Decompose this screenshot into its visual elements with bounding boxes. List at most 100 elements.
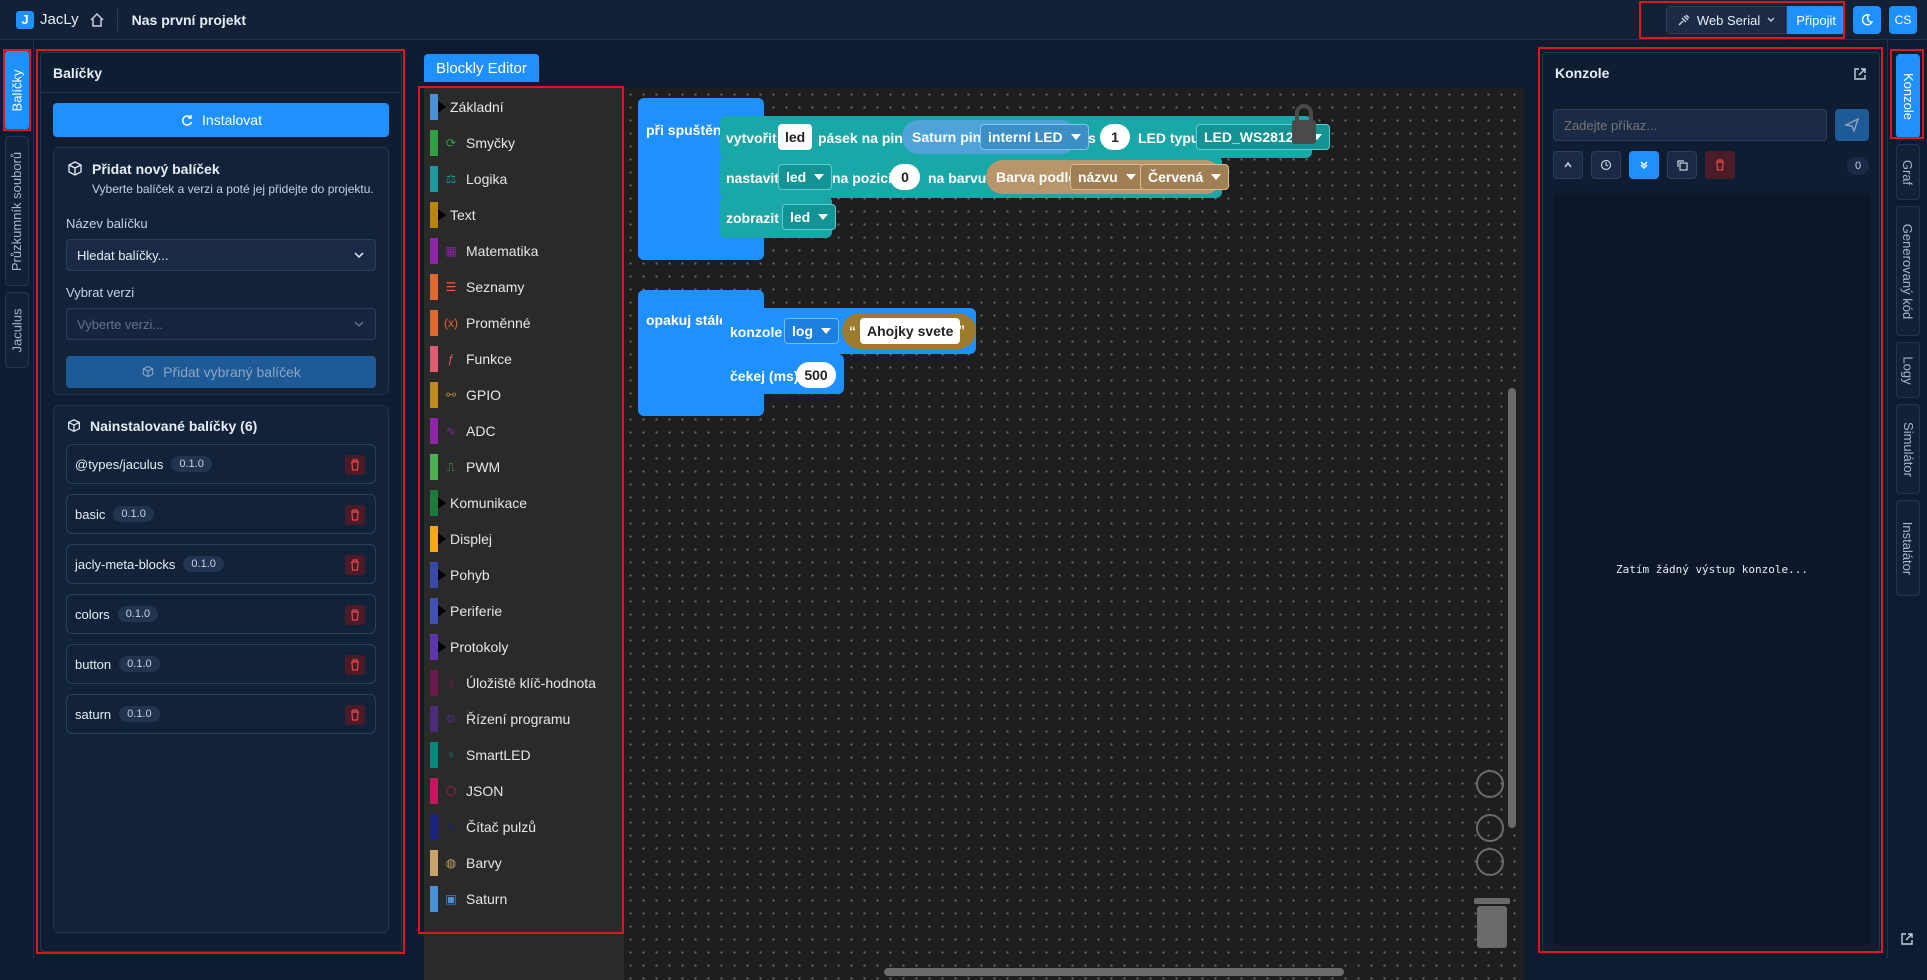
lock-icon[interactable] xyxy=(1286,102,1322,148)
toolbox-category[interactable]: ∿ Čítač pulzů xyxy=(424,814,624,840)
send-button[interactable] xyxy=(1835,109,1869,141)
variable-dropdown[interactable]: led xyxy=(778,164,833,190)
connect-button[interactable]: Připojit xyxy=(1787,6,1845,34)
command-input[interactable] xyxy=(1553,109,1827,141)
toolbox-category[interactable]: ▦ Matematika xyxy=(424,238,624,264)
copy-button[interactable] xyxy=(1667,151,1697,179)
toolbox-category[interactable]: ▣ Saturn xyxy=(424,886,624,912)
toolbox-category[interactable]: ◍ Barvy xyxy=(424,850,624,876)
external-link-icon[interactable] xyxy=(1900,932,1914,946)
horizontal-scrollbar[interactable] xyxy=(884,968,1344,976)
version-select[interactable]: Vyberte verzi... xyxy=(66,308,376,340)
log-dropdown[interactable]: log xyxy=(784,318,839,344)
toolbox-category[interactable]: Komunikace xyxy=(424,490,624,516)
blockly-editor: Blockly Editor Základní ⟳ Smyčky ⚖ Logika Tex… xyxy=(410,40,1528,980)
connection-type-select[interactable]: Web Serial xyxy=(1665,6,1788,34)
field-value: log xyxy=(792,323,813,339)
block-text: na pozici xyxy=(832,170,892,186)
toolbox-category[interactable]: ƒ Funkce xyxy=(424,346,624,372)
delete-package-button[interactable] xyxy=(345,455,365,475)
settings-icon: ⚙ xyxy=(445,712,457,726)
toolbox-category[interactable]: ⎍ PWM xyxy=(424,454,624,480)
toolbox-category[interactable]: Základní xyxy=(424,94,624,120)
toolbox-category[interactable]: ⟳ Smyčky xyxy=(424,130,624,156)
history-button[interactable] xyxy=(1591,151,1621,179)
scroll-up-button[interactable] xyxy=(1553,151,1583,179)
tab-console[interactable]: Konzole xyxy=(1896,54,1920,138)
position-field[interactable]: 0 xyxy=(890,164,920,190)
list-icon: ☰ xyxy=(445,280,457,294)
cube-icon: ⬡ xyxy=(445,784,457,798)
tab-simulator[interactable]: Simulátor xyxy=(1896,404,1920,494)
recenter-icon[interactable] xyxy=(1476,770,1504,798)
text-field[interactable]: Ahojky svete xyxy=(860,318,961,344)
delete-package-button[interactable] xyxy=(345,505,365,525)
color-mode-dropdown[interactable]: názvu xyxy=(1070,164,1144,190)
package-search-select[interactable]: Hledat balíčky... xyxy=(66,239,376,271)
toolbox-category[interactable]: Displej xyxy=(424,526,624,552)
tab-installer[interactable]: Instalátor xyxy=(1896,500,1920,596)
zoom-in-icon[interactable] xyxy=(1476,814,1504,842)
category-color-bar xyxy=(430,490,438,516)
category-label: Komunikace xyxy=(450,495,528,511)
tab-file-explorer[interactable]: Průzkumník souborů xyxy=(5,136,29,286)
field-value: led xyxy=(786,169,807,185)
category-color-bar xyxy=(430,670,438,696)
zoom-out-icon[interactable] xyxy=(1476,848,1504,876)
toolbox-category[interactable]: ⚙ Řízení programu xyxy=(424,706,624,732)
clear-console-button[interactable] xyxy=(1705,151,1735,179)
editor-tab[interactable]: Blockly Editor xyxy=(424,54,539,82)
tab-logs[interactable]: Logy xyxy=(1896,342,1920,398)
version-placeholder: Vyberte verzi... xyxy=(77,316,164,332)
function-icon: ƒ xyxy=(447,352,455,366)
toolbox-category[interactable]: ∿ ADC xyxy=(424,418,624,444)
toolbox-category[interactable]: ♀ SmartLED xyxy=(424,742,624,768)
home-icon[interactable] xyxy=(89,12,105,28)
toolbox-category[interactable]: Pohyb xyxy=(424,562,624,588)
variable-dropdown[interactable]: led xyxy=(782,204,837,230)
delete-package-button[interactable] xyxy=(345,705,365,725)
package-item: saturn 0.1.0 xyxy=(66,694,376,734)
tab-jaculus[interactable]: Jaculus xyxy=(5,292,29,368)
trash-icon xyxy=(351,709,359,721)
tab-generated-code[interactable]: Generovaný kód xyxy=(1896,206,1920,336)
category-label: Čítač pulzů xyxy=(466,819,537,835)
delete-package-button[interactable] xyxy=(345,555,365,575)
category-label: Pohyb xyxy=(450,567,490,583)
install-button[interactable]: Instalovat xyxy=(53,103,389,137)
block-text: zobrazit xyxy=(726,210,779,226)
toolbox-category[interactable]: Protokoly xyxy=(424,634,624,660)
color-name-dropdown[interactable]: Červená xyxy=(1140,164,1230,190)
package-item: colors 0.1.0 xyxy=(66,594,376,634)
theme-toggle-button[interactable] xyxy=(1853,6,1881,34)
block-text: na barvu xyxy=(928,170,987,186)
wait-field[interactable]: 500 xyxy=(796,362,836,388)
toolbox-category[interactable]: ⚯ GPIO xyxy=(424,382,624,408)
package-version: 0.1.0 xyxy=(183,556,224,572)
delete-package-button[interactable] xyxy=(345,655,365,675)
history-icon xyxy=(1600,159,1612,171)
toolbox-category[interactable]: ⚖ Logika xyxy=(424,166,624,192)
toolbox-category[interactable]: ⬡ JSON xyxy=(424,778,624,804)
package-item: @types/jaculus 0.1.0 xyxy=(66,444,376,484)
pin-dropdown[interactable]: interní LED xyxy=(980,124,1089,150)
palette-icon: ◍ xyxy=(445,856,457,870)
vertical-scrollbar[interactable] xyxy=(1508,388,1516,828)
external-link-icon[interactable] xyxy=(1853,67,1867,81)
toolbox-category[interactable]: (x) Proměnné xyxy=(424,310,624,336)
variable-field[interactable]: led xyxy=(778,124,813,150)
autoscroll-button[interactable] xyxy=(1629,151,1659,179)
tab-packages[interactable]: Balíčky xyxy=(5,50,29,130)
toolbox-category[interactable]: Periferie xyxy=(424,598,624,624)
toolbox-category[interactable]: ⚷ Úložiště klíč-hodnota xyxy=(424,670,624,696)
language-button[interactable]: CS xyxy=(1889,6,1917,34)
count-field[interactable]: 1 xyxy=(1100,124,1130,150)
toolbox-category[interactable]: Text xyxy=(424,202,624,228)
toolbox-category[interactable]: ☰ Seznamy xyxy=(424,274,624,300)
add-package-button[interactable]: Přidat vybraný balíček xyxy=(66,356,376,388)
delete-package-button[interactable] xyxy=(345,605,365,625)
category-color-bar xyxy=(430,598,438,624)
trash-icon[interactable] xyxy=(1472,896,1512,950)
tab-graph[interactable]: Graf xyxy=(1896,144,1920,200)
blockly-workspace[interactable]: při spuštění vytvořit led pásek na pinu … xyxy=(624,88,1524,980)
